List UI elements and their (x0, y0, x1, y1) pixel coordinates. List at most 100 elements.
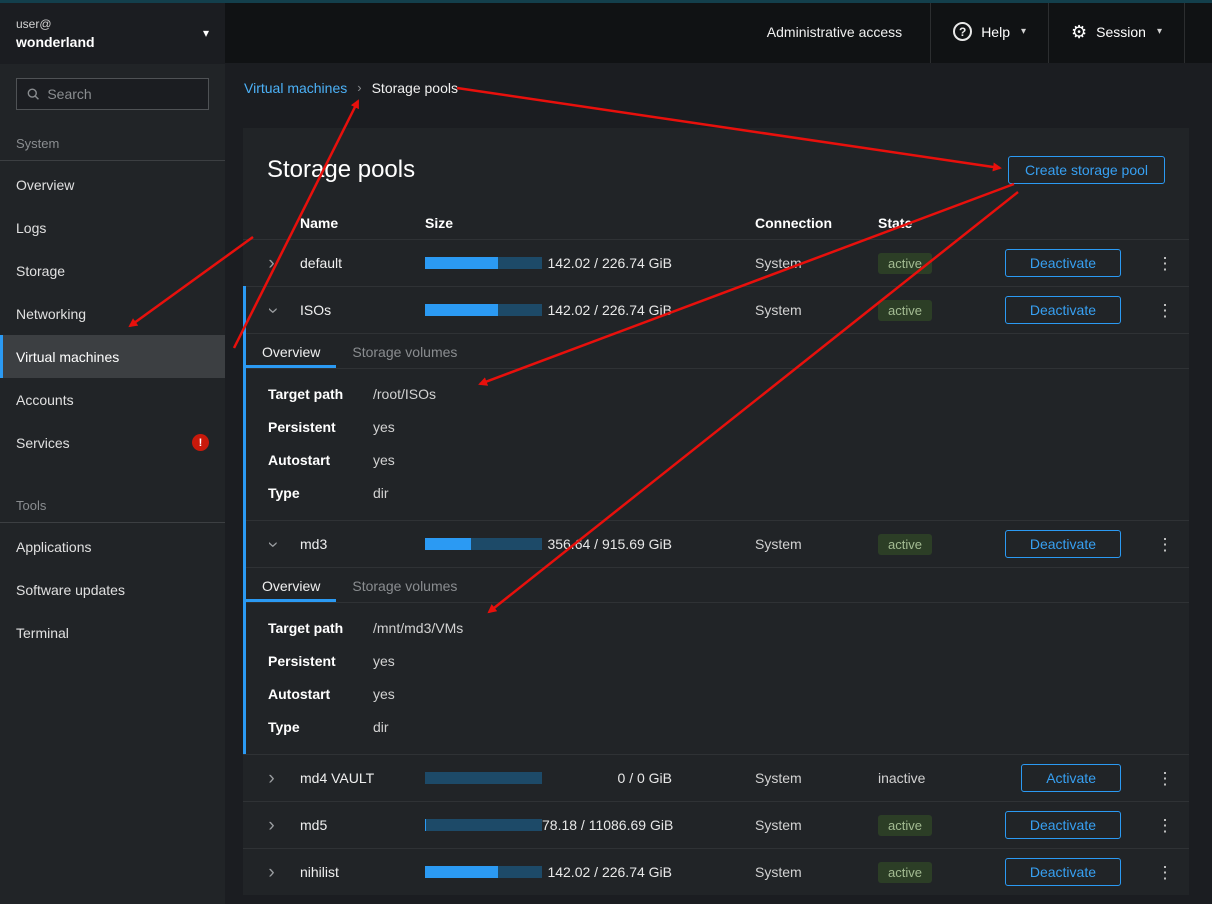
pool-name: md4 VAULT (300, 770, 425, 786)
column-header-name: Name (300, 215, 425, 231)
alert-badge-icon: ! (192, 434, 209, 451)
host-info: user@ wonderland (16, 17, 95, 50)
sidebar-item-label: Terminal (16, 625, 69, 641)
create-storage-pool-button[interactable]: Create storage pool (1008, 156, 1165, 184)
detail-row-target-path: Target path/root/ISOs (268, 385, 1189, 404)
tab-overview[interactable]: Overview (246, 334, 336, 368)
state-badge: active (878, 253, 932, 274)
pool-connection: System (755, 817, 878, 833)
table-header: Name Size Connection State (243, 206, 1189, 239)
host-switcher[interactable]: user@ wonderland ▾ (0, 0, 225, 64)
pool-name: md3 (300, 536, 425, 552)
pool-menu-cell: ⋮ (1141, 536, 1189, 553)
detail-value: /root/ISOs (373, 385, 436, 404)
pool-action-button[interactable]: Deactivate (1005, 296, 1121, 324)
sidebar-item-software-updates[interactable]: Software updates (0, 568, 225, 611)
sidebar-item-storage[interactable]: Storage (0, 249, 225, 292)
search-icon (27, 87, 39, 101)
usage-bar (425, 257, 542, 269)
pool-detail-panel: OverviewStorage volumes Target path/root… (246, 333, 1189, 520)
pool-action-cell: Deactivate (998, 296, 1141, 324)
sidebar-item-accounts[interactable]: Accounts (0, 378, 225, 421)
expand-cell: › (243, 769, 300, 788)
search-box[interactable] (16, 78, 209, 110)
pool-action-button[interactable]: Activate (1021, 764, 1121, 792)
pool-action-cell: Deactivate (998, 858, 1141, 886)
detail-value: dir (373, 484, 389, 503)
pool-size: 142.02 / 226.74 GiB (542, 255, 755, 271)
detail-term: Persistent (268, 652, 373, 671)
kebab-menu-icon[interactable]: ⋮ (1157, 302, 1174, 319)
state-badge: active (878, 815, 932, 836)
sidebar-item-terminal[interactable]: Terminal (0, 611, 225, 654)
help-menu[interactable]: ? Help ▾ (930, 0, 1048, 63)
pool-size: 142.02 / 226.74 GiB (542, 302, 755, 318)
detail-term: Target path (268, 619, 373, 638)
expand-chevron-icon[interactable]: › (263, 307, 282, 313)
masthead-spacer (225, 0, 767, 63)
tab-overview[interactable]: Overview (246, 568, 336, 602)
table-row-md4-vault: › md4 VAULT 0 / 0 GiB System inactive Ac… (243, 754, 1189, 801)
pool-name: ISOs (300, 302, 425, 318)
pool-name: md5 (300, 817, 425, 833)
breadcrumb-link-virtual-machines[interactable]: Virtual machines (244, 80, 347, 96)
breadcrumb-current: Storage pools (372, 80, 458, 96)
expand-chevron-icon[interactable]: › (268, 769, 274, 788)
sidebar-item-overview[interactable]: Overview (0, 163, 225, 206)
expand-chevron-icon[interactable]: › (268, 863, 274, 882)
sidebar-item-services[interactable]: Services ! (0, 421, 225, 464)
masthead: Administrative access ? Help ▾ ⚙ Session… (225, 0, 1212, 63)
pool-state-cell: active (878, 300, 998, 321)
usage-bar-fill (425, 819, 426, 831)
detail-value: yes (373, 652, 395, 671)
pool-size-cell: 142.02 / 226.74 GiB (425, 302, 755, 318)
pool-action-button[interactable]: Deactivate (1005, 858, 1121, 886)
pool-action-cell: Deactivate (998, 249, 1141, 277)
kebab-menu-icon[interactable]: ⋮ (1157, 536, 1174, 553)
sidebar-item-applications[interactable]: Applications (0, 525, 225, 568)
sidebar-item-logs[interactable]: Logs (0, 206, 225, 249)
sidebar-item-virtual-machines[interactable]: Virtual machines (0, 335, 225, 378)
expanded-group-isos: › ISOs 142.02 / 226.74 GiB System active… (243, 286, 1189, 520)
expand-cell: › (246, 301, 300, 320)
pool-action-button[interactable]: Deactivate (1005, 811, 1121, 839)
detail-term: Target path (268, 385, 373, 404)
table-row-md5: › md5 78.18 / 11086.69 GiB System active… (243, 801, 1189, 848)
cockpit-app: user@ wonderland ▾ System Overview Logs … (0, 0, 1212, 904)
tab-storage-volumes[interactable]: Storage volumes (336, 334, 473, 368)
usage-bar-fill (425, 866, 498, 878)
sidebar-section-label-tools: Tools (0, 482, 225, 523)
pool-connection: System (755, 255, 878, 271)
kebab-menu-icon[interactable]: ⋮ (1157, 817, 1174, 834)
tab-storage-volumes[interactable]: Storage volumes (336, 568, 473, 602)
expand-chevron-icon[interactable]: › (268, 816, 274, 835)
pool-menu-cell: ⋮ (1141, 302, 1189, 319)
table-row-isos: › ISOs 142.02 / 226.74 GiB System active… (246, 286, 1189, 333)
sidebar-item-label: Logs (16, 220, 46, 236)
usage-bar-fill (425, 304, 498, 316)
detail-term: Type (268, 484, 373, 503)
kebab-menu-icon[interactable]: ⋮ (1157, 864, 1174, 881)
pool-action-button[interactable]: Deactivate (1005, 530, 1121, 558)
expand-chevron-icon[interactable]: › (263, 541, 282, 547)
sidebar-item-networking[interactable]: Networking (0, 292, 225, 335)
usage-bar-fill (425, 538, 471, 550)
search-input[interactable] (47, 86, 198, 102)
chevron-down-icon: ▾ (1021, 26, 1026, 37)
pool-state-cell: active (878, 534, 998, 555)
pool-menu-cell: ⋮ (1141, 255, 1189, 272)
detail-row-type: Typedir (268, 484, 1189, 503)
pool-size: 78.18 / 11086.69 GiB (542, 817, 756, 833)
card-header: Storage pools Create storage pool (243, 128, 1189, 206)
detail-tabs: OverviewStorage volumes (246, 568, 1189, 603)
session-menu[interactable]: ⚙ Session ▾ (1048, 0, 1185, 63)
detail-row-persistent: Persistentyes (268, 652, 1189, 671)
sidebar-item-label: Services (16, 435, 70, 451)
help-icon: ? (953, 22, 972, 41)
kebab-menu-icon[interactable]: ⋮ (1157, 255, 1174, 272)
pool-action-button[interactable]: Deactivate (1005, 249, 1121, 277)
expand-chevron-icon[interactable]: › (268, 254, 274, 273)
kebab-menu-icon[interactable]: ⋮ (1157, 770, 1174, 787)
sidebar-nav: System Overview Logs Storage Networking … (0, 120, 225, 654)
pool-menu-cell: ⋮ (1141, 864, 1189, 881)
